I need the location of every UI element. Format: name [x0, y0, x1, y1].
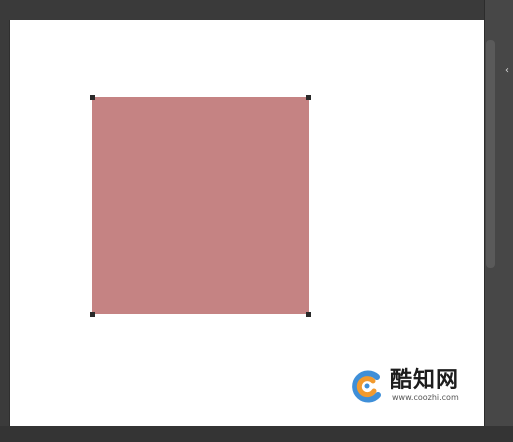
watermark-url: www.coozhi.com: [392, 393, 459, 402]
vertical-scrollbar-thumb[interactable]: [486, 40, 495, 268]
status-bar: [0, 426, 513, 442]
coozhi-logo-icon: [352, 370, 381, 403]
transform-handle-bottom-left[interactable]: [90, 312, 95, 317]
app-window: ‹ 酷知网 www.coozhi.com: [0, 0, 513, 442]
selected-rectangle-shape[interactable]: [92, 97, 309, 314]
transform-handle-bottom-right[interactable]: [306, 312, 311, 317]
watermark: 酷知网 www.coozhi.com: [350, 368, 480, 408]
transform-handle-top-right[interactable]: [306, 95, 311, 100]
transform-handle-top-left[interactable]: [90, 95, 95, 100]
left-ruler: [0, 20, 10, 430]
options-bar: [0, 0, 513, 20]
watermark-title: 酷知网: [390, 368, 460, 393]
chevron-left-icon[interactable]: ‹: [505, 64, 513, 78]
